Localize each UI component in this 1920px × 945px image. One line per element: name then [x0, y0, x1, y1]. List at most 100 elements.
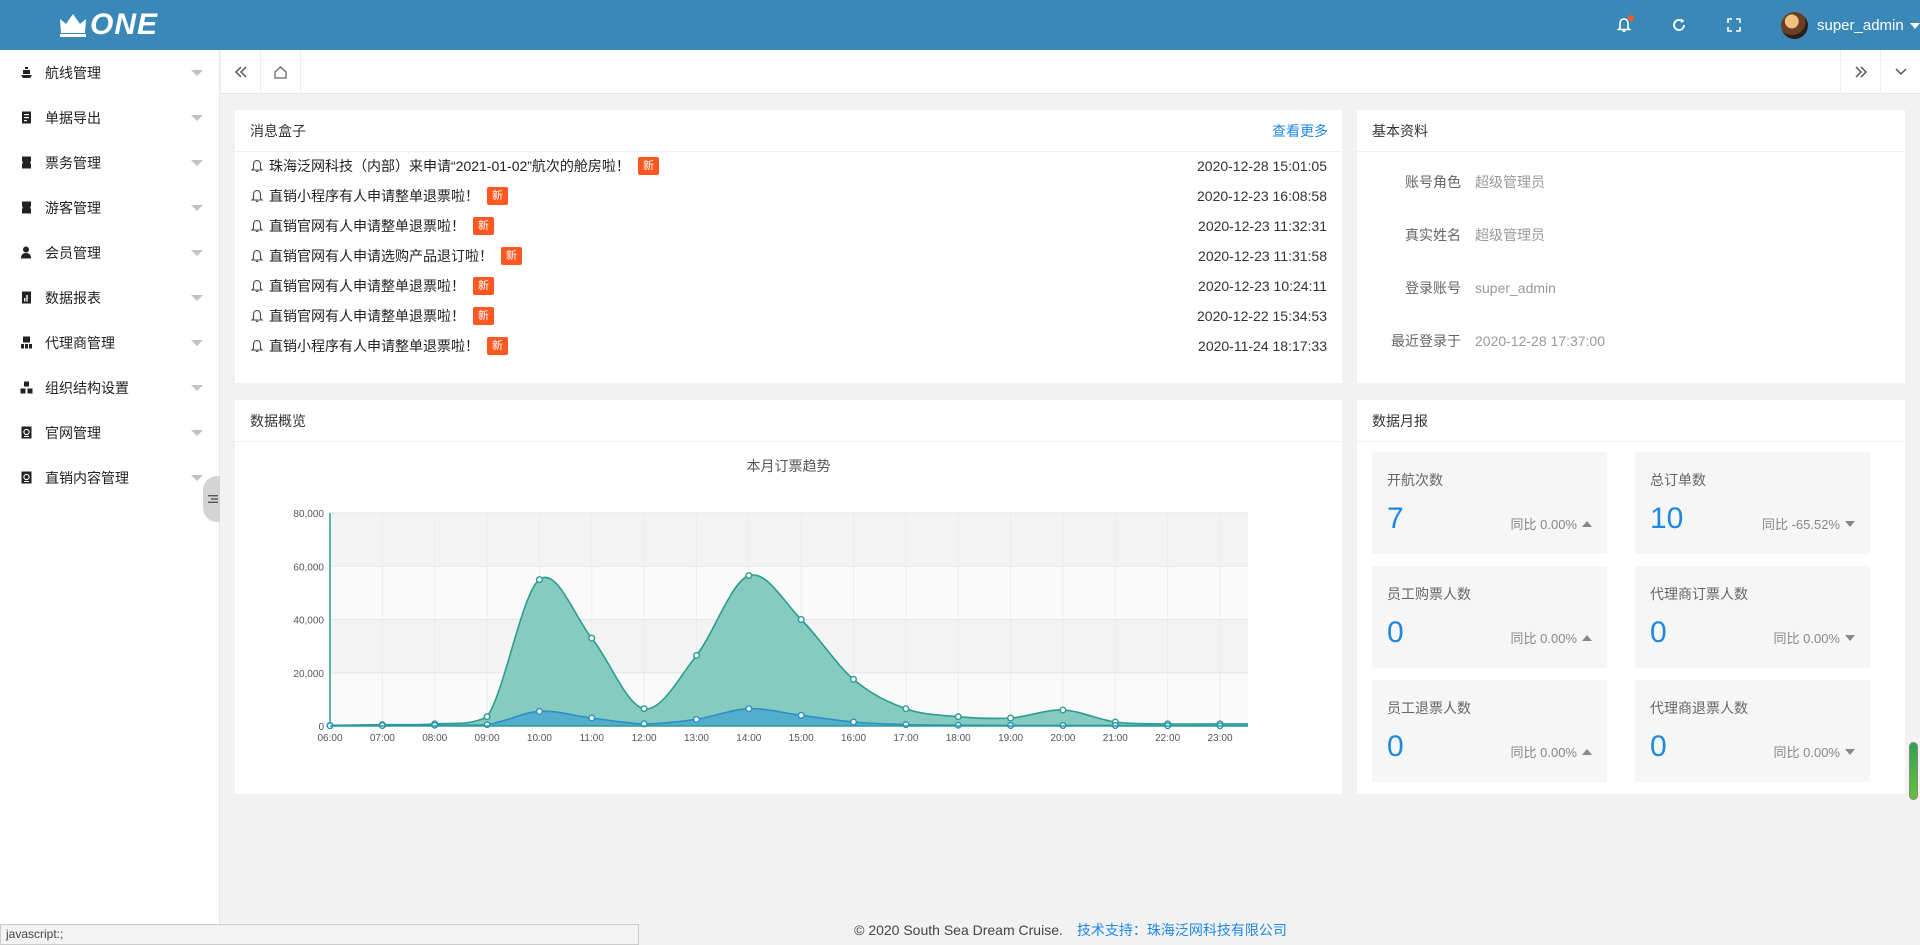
chevron-down-icon — [191, 205, 203, 211]
stat-compare: 同比 0.00% — [1511, 514, 1592, 533]
data-point — [902, 705, 910, 713]
message-item[interactable]: 直销小程序有人申请整单退票啦！ 新 2020-11-24 18:17:33 — [250, 334, 1327, 358]
y-tick-label: 60,000 — [293, 562, 324, 573]
crown-icon — [60, 14, 86, 37]
booking-trend-chart: 0 20,000 40,000 60,000 80,000 06:00 07:00 08:00… — [293, 509, 1248, 744]
stat-label: 代理商退票人数 — [1650, 700, 1748, 716]
message-item[interactable]: 直销官网有人申请选购产品退订啦！ 新 2020-12-23 11:31:58 — [250, 244, 1327, 268]
document-icon — [22, 111, 31, 124]
tab-home[interactable] — [261, 50, 301, 94]
new-badge: 新 — [473, 307, 494, 325]
report-icon — [22, 291, 31, 304]
stat-value: 0 — [1650, 730, 1667, 763]
x-tick-label: 15:00 — [789, 733, 814, 744]
sidebar-item-route[interactable]: 航线管理 — [0, 50, 219, 95]
message-time: 2020-12-23 11:32:31 — [1198, 218, 1327, 234]
message-time: 2020-12-23 11:31:58 — [1198, 248, 1327, 264]
sidebar-item-tourist[interactable]: 游客管理 — [0, 185, 219, 230]
view-more-link[interactable]: 查看更多 — [1272, 110, 1328, 152]
stat-compare: 同比 0.00% — [1511, 742, 1592, 761]
sidebar-item-direct-content[interactable]: 直销内容管理 — [0, 455, 219, 500]
card-title: 基本资料 — [1357, 110, 1905, 152]
sidebar-item-org[interactable]: 组织结构设置 — [0, 365, 219, 410]
data-point — [588, 714, 596, 722]
stat-tile: 代理商订票人数 0 同比 0.00% — [1635, 566, 1870, 668]
data-point — [1059, 706, 1067, 714]
fullscreen-icon[interactable] — [1723, 14, 1745, 36]
message-item[interactable]: 直销官网有人申请整单退票啦！ 新 2020-12-23 11:32:31 — [250, 214, 1327, 238]
message-time: 2020-12-23 16:08:58 — [1197, 188, 1327, 204]
message-text: 直销官网有人申请选购产品退订啦！ — [269, 248, 493, 264]
logo[interactable]: ONE — [58, 8, 158, 42]
chevron-down-icon — [191, 115, 203, 121]
x-tick-label: 16:00 — [841, 733, 866, 744]
tab-scroll-left-button[interactable] — [221, 50, 261, 94]
tab-options-button[interactable] — [1880, 50, 1920, 94]
message-text: 直销官网有人申请整单退票啦！ — [269, 218, 465, 234]
chevron-down-icon — [191, 385, 203, 391]
message-text: 珠海泛网科技（内部）来申请“2021-01-02”航次的舱房啦！ — [269, 158, 630, 174]
sidebar-item-report[interactable]: 数据报表 — [0, 275, 219, 320]
profile-value: 超级管理员 — [1475, 174, 1545, 190]
profile-key: 最近登录于 — [1391, 333, 1461, 349]
stat-value: 7 — [1387, 502, 1404, 535]
data-point — [745, 705, 753, 713]
chevron-down-icon — [1894, 68, 1907, 76]
web-icon — [21, 471, 32, 484]
tech-support-link[interactable]: 技术支持：珠海泛网科技有限公司 — [1077, 922, 1287, 938]
message-text: 直销官网有人申请整单退票啦！ — [269, 278, 465, 294]
sidebar-item-agent[interactable]: 代理商管理 — [0, 320, 219, 365]
username: super_admin — [1817, 17, 1904, 34]
chevron-down-icon — [191, 340, 203, 346]
agent-icon — [21, 336, 32, 349]
sidebar-item-website[interactable]: 官网管理 — [0, 410, 219, 455]
message-item[interactable]: 直销官网有人申请整单退票啦！ 新 2020-12-23 10:24:11 — [250, 274, 1327, 298]
card-title: 数据月报 — [1357, 400, 1905, 442]
data-point — [483, 713, 491, 721]
x-tick-label: 13:00 — [684, 733, 709, 744]
x-tick-label: 20:00 — [1050, 733, 1075, 744]
message-text: 直销小程序有人申请整单退票啦！ — [269, 338, 479, 354]
data-point — [1007, 714, 1015, 722]
triangle-down-icon — [1845, 520, 1855, 527]
data-point — [535, 576, 543, 584]
stat-compare: 同比 0.00% — [1511, 628, 1592, 647]
refresh-icon[interactable] — [1668, 14, 1690, 36]
data-point — [588, 634, 596, 642]
sidebar: 航线管理 单据导出 票务管理 游客管理 会员管理 数据报表 代理商管理 组织结构… — [0, 50, 220, 945]
profile-row: 真实姓名 超级管理员 — [1357, 225, 1545, 245]
ship-icon — [21, 67, 32, 78]
stat-tile: 总订单数 10 同比 -65.52% — [1635, 452, 1870, 554]
new-badge: 新 — [473, 277, 494, 295]
sidebar-item-export[interactable]: 单据导出 — [0, 95, 219, 140]
data-point — [954, 721, 962, 729]
double-chevron-right-icon — [1854, 66, 1867, 78]
message-item[interactable]: 直销小程序有人申请整单退票啦！ 新 2020-12-23 16:08:58 — [250, 184, 1327, 208]
profile-key: 登录账号 — [1405, 280, 1461, 296]
message-item[interactable]: 珠海泛网科技（内部）来申请“2021-01-02”航次的舱房啦！ 新 2020-12… — [250, 154, 1327, 178]
avatar — [1781, 12, 1808, 39]
x-tick-label: 19:00 — [998, 733, 1023, 744]
stat-tile: 开航次数 7 同比 0.00% — [1372, 452, 1607, 554]
page-scrollbar[interactable] — [1909, 742, 1918, 800]
x-tick-label: 21:00 — [1103, 733, 1128, 744]
stat-label: 员工退票人数 — [1387, 700, 1471, 716]
triangle-up-icon — [1582, 520, 1592, 527]
message-time: 2020-12-28 15:01:05 — [1197, 158, 1327, 174]
user-menu[interactable]: super_admin — [1781, 12, 1920, 39]
tab-scroll-right-button[interactable] — [1840, 50, 1880, 94]
message-time: 2020-11-24 18:17:33 — [1198, 338, 1327, 354]
sidebar-item-ticket[interactable]: 票务管理 — [0, 140, 219, 185]
bell-icon[interactable] — [1613, 14, 1635, 36]
sidebar-collapse-toggle[interactable] — [203, 476, 220, 522]
message-item[interactable]: 直销官网有人申请整单退票啦！ 新 2020-12-22 15:34:53 — [250, 304, 1327, 328]
bell-icon — [250, 339, 264, 353]
sidebar-item-member[interactable]: 会员管理 — [0, 230, 219, 275]
bell-icon — [250, 279, 264, 293]
profile-key: 账号角色 — [1405, 174, 1461, 190]
logo-text: ONE — [90, 8, 159, 41]
top-header: ONE super_admin — [0, 0, 1920, 50]
web-icon — [21, 426, 32, 439]
chevron-down-icon — [191, 70, 203, 76]
message-time: 2020-12-23 10:24:11 — [1198, 278, 1327, 294]
